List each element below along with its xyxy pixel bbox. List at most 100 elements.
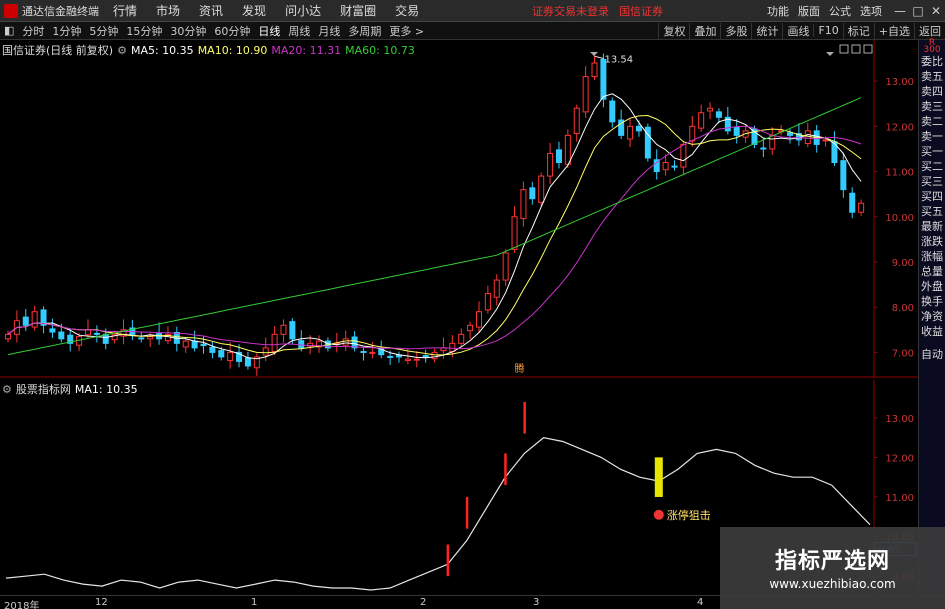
candle-body [698,112,705,129]
price-chart[interactable]: 13.00 12.00 11.00 10.00 9.00 8.00 7.00 13.54 6.4… [0,40,918,388]
tool-add-watchlist[interactable]: +自选 [873,22,914,39]
tool-f10[interactable]: F10 [813,24,842,37]
watermark-url: www.xuezhibiao.com [769,577,896,591]
candle-body [529,187,536,200]
candle-body [422,355,429,358]
price-tick-label: 13.00 [885,77,914,88]
indicator-tick-label: 13.00 [885,414,914,425]
candle-body [547,152,554,177]
side-panel-item: 卖三 [921,100,943,113]
side-panel-item: 买三 [921,175,943,188]
settings-icon[interactable]: ⚙ [117,44,127,57]
period-15min[interactable]: 15分钟 [122,23,166,39]
candle-body [564,134,571,165]
candle-body [93,332,100,335]
yellow-signal-bar [654,457,663,497]
ma10-label: MA10: 10.90 [197,43,268,57]
period-30min[interactable]: 30分钟 [166,23,210,39]
candle-body [280,324,287,335]
candle-body [413,358,420,361]
menu-quotes[interactable]: 行情 [113,2,137,19]
candle-body [147,336,154,340]
candle-body [858,202,865,213]
app-title: 通达信金融终端 [22,4,99,18]
panel-toggle-icon[interactable]: ◧ [0,24,18,37]
candle-body [707,107,714,112]
price-tick-label: 8.00 [892,303,914,314]
menu-news[interactable]: 资讯 [199,2,223,19]
menu-options[interactable]: 选项 [860,3,882,19]
side-panel-item: 买一 [921,145,943,158]
side-panel-item[interactable]: 自动 [919,347,945,362]
menu-discover[interactable]: 发现 [242,2,266,19]
candle-body [209,346,216,353]
period-more[interactable]: 更多 > [385,23,428,39]
event-marker: 腾 [515,362,525,375]
candle-body [689,125,696,142]
minimize-icon[interactable]: — [891,4,909,18]
candle-body [502,252,509,281]
tool-draw[interactable]: 画线 [782,22,813,39]
menu-layout[interactable]: 版面 [798,3,820,19]
side-panel-item: 涨跌 [921,235,943,248]
candle-body [511,216,518,250]
candle-body [84,329,91,336]
stock-title: 国信证券(日线 前复权) [2,44,114,57]
side-panel-item: 净资 [921,310,943,323]
candle-body [369,351,376,354]
period-monthly[interactable]: 月线 [314,23,344,39]
period-weekly[interactable]: 周线 [284,23,314,39]
price-tick-label: 9.00 [892,258,914,269]
candle-body [31,311,38,328]
candle-body [680,143,687,168]
maximize-icon[interactable]: □ [909,4,927,18]
side-panel-item: 卖一 [921,130,943,143]
close-icon[interactable]: ✕ [927,4,945,18]
price-tick-label: 11.00 [885,168,914,179]
candle-body [849,192,856,213]
side-panel-item: 收益 [921,325,943,338]
indicator-tick-label: 12.00 [885,453,914,464]
candle-body [342,338,349,346]
menu-formula[interactable]: 公式 [829,3,851,19]
period-1min[interactable]: 1分钟 [48,23,85,39]
candle-body [484,293,491,311]
tool-mark[interactable]: 标记 [842,22,874,39]
menu-market[interactable]: 市场 [156,2,180,19]
candle-body [760,147,767,150]
ma20-label: MA20: 11.31 [271,43,342,57]
date-label: 2018年 [4,601,40,609]
menu-ask[interactable]: 问小达 [285,2,321,19]
candle-body [822,139,829,142]
side-panel-item: 换手 [921,295,943,308]
tool-restore-right[interactable]: 复权 [658,22,689,39]
app-logo-icon [4,3,18,18]
period-multi[interactable]: 多周期 [344,23,385,39]
login-status[interactable]: 证券交易未登录 [532,3,609,19]
candle-body [804,130,811,145]
menu-trade[interactable]: 交易 [395,2,419,19]
period-daily[interactable]: 日线 [254,23,284,39]
candle-body [360,350,367,353]
indicator-legend: ⚙ 股票指标网 MA1: 10.35 [2,381,138,397]
date-label: 2 [420,597,427,608]
indicator-name: 股票指标网 [15,383,71,396]
ma5-label: MA5: 10.35 [130,43,194,57]
menu-wealth[interactable]: 财富圈 [340,2,376,19]
period-5min[interactable]: 5分钟 [85,23,122,39]
date-label: 12 [95,597,108,608]
candle-body [787,132,794,136]
menu-function[interactable]: 功能 [767,3,789,19]
price-chart-svg[interactable]: 13.00 12.00 11.00 10.00 9.00 8.00 7.00 13.54 6.4… [0,40,918,388]
tool-overlay[interactable]: 叠加 [689,22,720,39]
signal-dot-icon [653,509,664,520]
tool-multi-stock[interactable]: 多股 [720,22,751,39]
candle-body [49,328,56,333]
period-60min[interactable]: 60分钟 [210,23,254,39]
settings-icon[interactable]: ⚙ [2,383,12,396]
tool-statistics[interactable]: 统计 [751,22,782,39]
broker-name[interactable]: 国信证券 [619,3,663,19]
candle-body [715,111,722,118]
tool-back[interactable]: 返回 [914,22,945,39]
period-intraday[interactable]: 分时 [18,23,48,39]
